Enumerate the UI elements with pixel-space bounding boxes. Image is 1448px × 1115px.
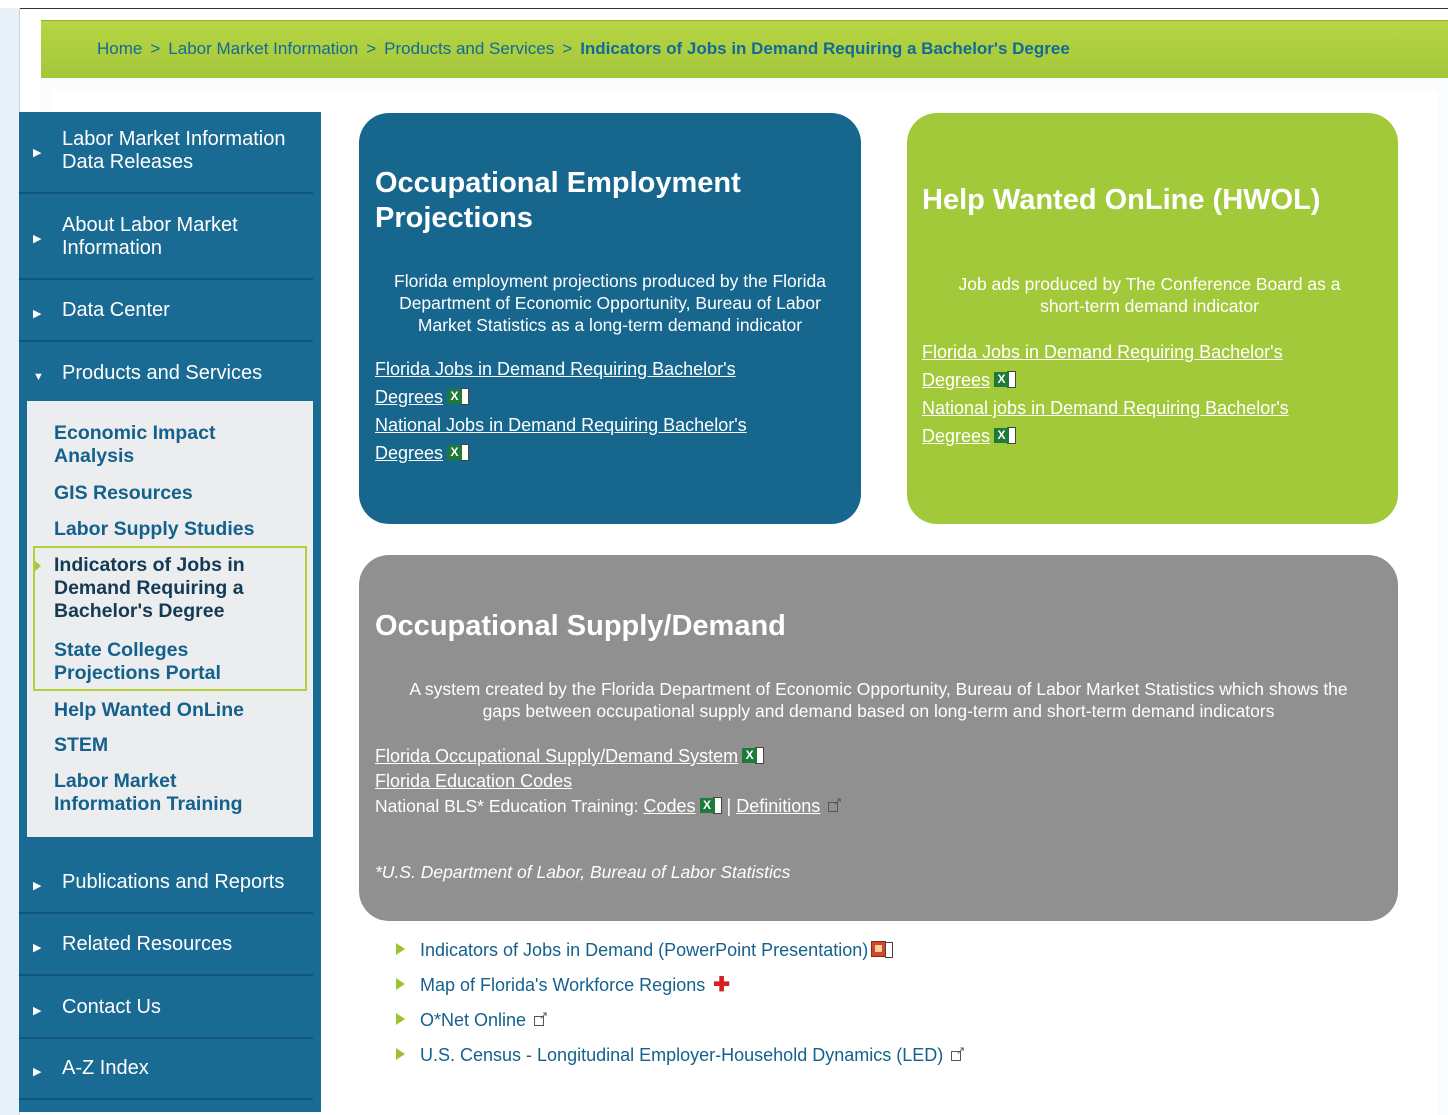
submenu-lmi-training[interactable]: Labor Market Information Training (54, 770, 243, 816)
sidebar-item-lmi-data-releases[interactable]: ▶ Labor Market Information Data Releases (19, 128, 321, 178)
sidebar-item-label: Data Center (62, 299, 170, 321)
excel-icon: X (699, 797, 722, 814)
sidebar-nav: ▶ Labor Market Information Data Releases … (19, 112, 321, 1112)
chevron-right-icon: ▶ (33, 147, 42, 159)
bls-codes-link[interactable]: Codes (644, 796, 696, 816)
sidebar-item-products-services[interactable]: ▼ Products and Services (19, 362, 321, 392)
divider (19, 278, 313, 280)
submenu-economic-impact[interactable]: Economic Impact Analysis (54, 422, 215, 468)
education-codes-link[interactable]: Florida Education Codes (375, 771, 572, 791)
national-jobs-bachelors-link[interactable]: National Jobs in Demand Requiring Bachel… (375, 415, 747, 463)
hwol-card: Help Wanted OnLine (HWOL) Job ads produc… (907, 113, 1398, 524)
sidebar-item-label: Related Resources (62, 933, 233, 955)
breadcrumb-bar: Home > Labor Market Information > Products a… (41, 20, 1448, 79)
submenu-labor-supply[interactable]: Labor Supply Studies (54, 518, 254, 541)
external-link-icon: ↗ (951, 1046, 965, 1062)
sidebar-item-about-lmi[interactable]: ▶ About Labor Market Information (19, 214, 321, 264)
breadcrumb-home[interactable]: Home (97, 39, 142, 58)
florida-jobs-bachelors-link[interactable]: Florida Jobs in Demand Requiring Bachelo… (375, 359, 736, 407)
link-group: Florida Jobs in Demand Requiring Bachelo… (375, 355, 747, 467)
bls-label: National BLS* Education Training: (375, 796, 644, 816)
sidebar-item-label: Publications and Reports (62, 871, 285, 893)
divider (19, 192, 313, 194)
sidebar-item-publications[interactable]: ▶ Publications and Reports (19, 871, 321, 901)
sidebar-item-label: Products and Services (62, 362, 263, 384)
projections-card: Occupational Employment Projections Flori… (359, 113, 861, 524)
list-item[interactable]: U.S. Census - Longitudinal Employer-Hous… (396, 1045, 965, 1066)
link-group: Florida Jobs in Demand Requiring Bachelo… (922, 338, 1289, 450)
chevron-right-icon: ▶ (33, 1066, 42, 1078)
chevron-right-icon: ▶ (33, 942, 42, 954)
card-title: Occupational Supply/Demand (375, 610, 786, 642)
products-submenu: Economic Impact Analysis GIS Resources La… (27, 401, 313, 837)
breadcrumb-products[interactable]: Products and Services (384, 39, 554, 58)
window-left-gutter (0, 8, 20, 1115)
resource-link[interactable]: O*Net Online (420, 1010, 526, 1030)
breadcrumb-current: Indicators of Jobs in Demand Requiring a… (580, 39, 1070, 58)
submenu-help-wanted[interactable]: Help Wanted OnLine (54, 699, 244, 722)
divider (19, 974, 313, 976)
card-footnote: *U.S. Department of Labor, Bureau of Lab… (375, 862, 791, 882)
sidebar-item-label: Contact Us (62, 996, 161, 1018)
breadcrumb-separator: > (562, 39, 573, 58)
submenu-indicators-jobs[interactable]: Indicators of Jobs in Demand Requiring aB… (54, 554, 245, 623)
divider (19, 1037, 313, 1039)
chevron-right-icon: ▶ (33, 308, 42, 320)
breadcrumb-separator: > (366, 39, 377, 58)
link-group: Florida Occupational Supply/Demand Syste… (375, 744, 842, 819)
florida-jobs-hwol-link[interactable]: Florida Jobs in Demand Requiring Bachelo… (922, 342, 1283, 390)
pdf-icon: ✚ (713, 974, 730, 996)
bls-separator: | (721, 796, 737, 816)
card-title: Occupational Employment Projections (375, 167, 741, 234)
excel-icon: X (447, 444, 470, 461)
external-link-icon: ↗ (534, 1011, 548, 1027)
excel-icon: X (742, 747, 765, 764)
breadcrumb-lmi[interactable]: Labor Market Information (168, 39, 358, 58)
bullet-triangle-icon (396, 978, 405, 990)
sidebar-item-contact-us[interactable]: ▶ Contact Us (19, 996, 321, 1026)
card-description: Florida employment projections produced … (394, 271, 826, 335)
resource-link[interactable]: Indicators of Jobs in Demand (PowerPoint… (420, 940, 868, 960)
current-item-marker-icon (35, 561, 41, 571)
sidebar-item-az-index[interactable]: ▶ A-Z Index (19, 1057, 321, 1087)
bullet-triangle-icon (396, 1048, 405, 1060)
divider (19, 340, 313, 342)
sidebar-item-label: A-Z Index (62, 1057, 149, 1079)
excel-icon: X (447, 388, 470, 405)
chevron-right-icon: ▶ (33, 233, 42, 245)
submenu-state-colleges[interactable]: State Colleges Projections Portal (54, 639, 221, 685)
ppt-icon (871, 941, 894, 959)
sidebar-item-related-resources[interactable]: ▶ Related Resources (19, 933, 321, 963)
sidebar-item-label: About Labor Market Information (62, 214, 238, 259)
list-item[interactable]: O*Net Online ↗ (396, 1010, 548, 1031)
list-item[interactable]: Indicators of Jobs in Demand (PowerPoint… (396, 940, 894, 961)
divider (19, 1098, 313, 1100)
breadcrumb: Home > Labor Market Information > Products a… (97, 39, 1070, 59)
bullet-triangle-icon (396, 1013, 405, 1025)
supply-demand-system-link[interactable]: Florida Occupational Supply/Demand Syste… (375, 746, 738, 766)
excel-icon: X (994, 371, 1017, 388)
excel-icon: X (994, 427, 1017, 444)
bullet-triangle-icon (396, 943, 405, 955)
chevron-down-icon: ▼ (33, 371, 44, 383)
national-jobs-hwol-link[interactable]: National jobs in Demand Requiring Bachel… (922, 398, 1289, 446)
card-description: Job ads produced by The Conference Board… (958, 274, 1341, 316)
chevron-right-icon: ▶ (33, 1005, 42, 1017)
card-title: Help Wanted OnLine (HWOL) (922, 184, 1321, 216)
list-item[interactable]: Map of Florida's Workforce Regions ✚ (396, 975, 733, 996)
sidebar-item-label: Labor Market Information Data Releases (62, 128, 286, 173)
window-top-border (0, 0, 1448, 9)
sidebar-item-data-center[interactable]: ▶ Data Center (19, 299, 321, 329)
external-link-icon: ↗ (828, 797, 842, 813)
divider (19, 912, 313, 914)
submenu-gis-resources[interactable]: GIS Resources (54, 482, 193, 505)
bls-definitions-link[interactable]: Definitions (736, 796, 820, 816)
breadcrumb-separator: > (150, 39, 161, 58)
supply-demand-card: Occupational Supply/Demand A system crea… (359, 555, 1398, 921)
resource-link[interactable]: U.S. Census - Longitudinal Employer-Hous… (420, 1045, 943, 1065)
submenu-stem[interactable]: STEM (54, 734, 108, 757)
card-description: A system created by the Florida Departme… (409, 679, 1348, 721)
chevron-right-icon: ▶ (33, 880, 42, 892)
resource-link[interactable]: Map of Florida's Workforce Regions (420, 975, 705, 995)
